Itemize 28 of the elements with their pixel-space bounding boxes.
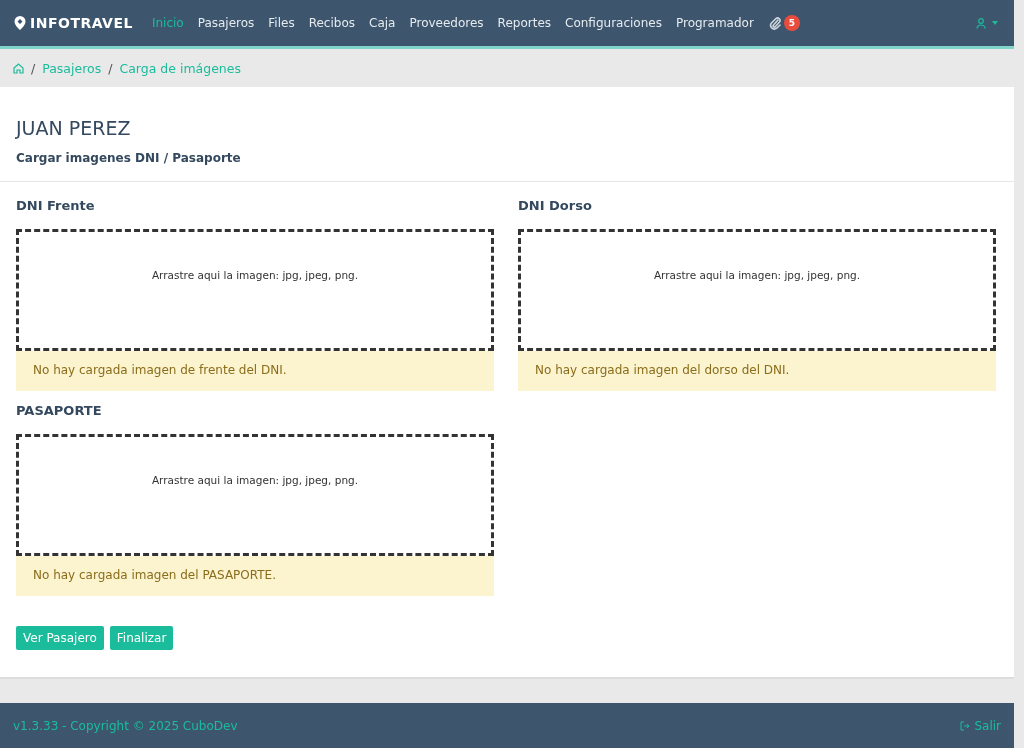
nav-link[interactable]: Programador [668, 16, 761, 30]
warning-alert: No hay cargada imagen de frente del DNI. [16, 351, 494, 391]
section-label: DNI Dorso [518, 198, 593, 213]
breadcrumb-separator: / [108, 60, 113, 76]
user-menu[interactable] [976, 17, 998, 29]
page-subtitle: Cargar imagenes DNI / Pasaporte [16, 151, 242, 165]
section-label: PASAPORTE [16, 403, 103, 418]
nav-link[interactable]: Configuraciones [558, 16, 669, 30]
page-title: JUAN PEREZ [16, 117, 132, 139]
breadcrumb-separator: / [31, 60, 36, 76]
logout-icon [960, 720, 971, 731]
nav-link[interactable]: Recibos [301, 16, 362, 30]
nav-link[interactable]: Files [261, 16, 302, 30]
paperclip-icon[interactable] [768, 16, 781, 30]
home-icon[interactable] [13, 62, 24, 74]
notification-badge: 5 [783, 15, 800, 31]
map-pin-icon [12, 15, 28, 31]
warning-alert: No hay cargada imagen del dorso del DNI. [518, 351, 996, 391]
nav-link[interactable]: Pasajeros [190, 16, 262, 30]
copyright-text: v1.3.33 - Copyright © 2025 CuboDev [13, 718, 238, 733]
caret-icon [992, 21, 998, 25]
nav-link[interactable]: Caja [362, 16, 403, 30]
user-icon [976, 17, 986, 29]
nav-link[interactable]: Inicio [144, 16, 191, 30]
nav-link[interactable]: Proveedores [402, 16, 491, 30]
section-label: DNI Frente [16, 198, 96, 213]
nav-link[interactable]: Reportes [490, 16, 559, 30]
warning-alert: No hay cargada imagen del PASAPORTE. [16, 556, 494, 596]
